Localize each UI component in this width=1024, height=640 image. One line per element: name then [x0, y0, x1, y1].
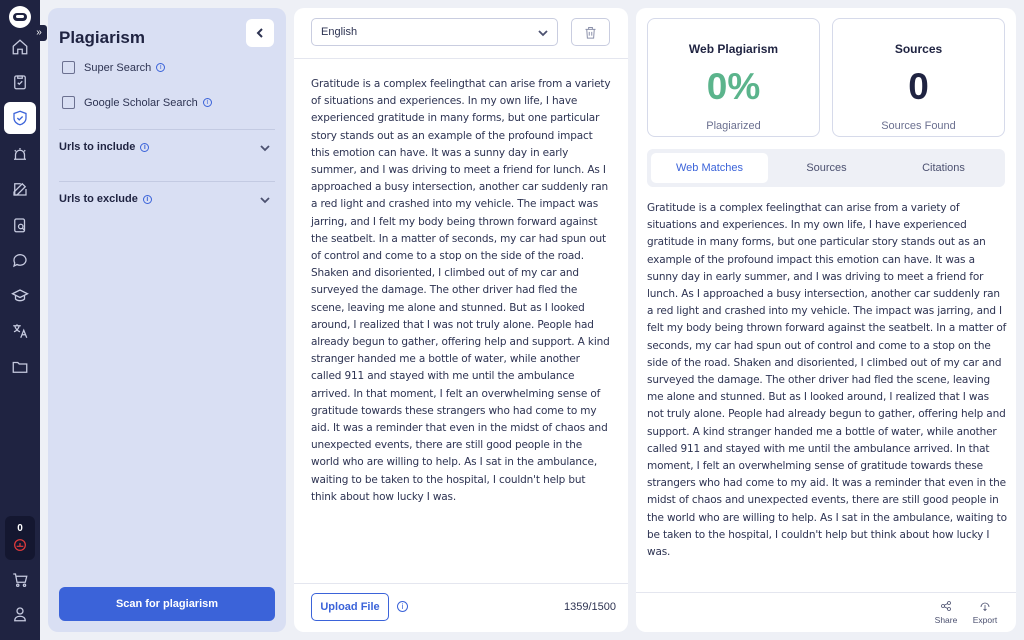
user-icon[interactable]: [4, 598, 36, 630]
export-icon: [980, 602, 990, 612]
clipboard-check-icon[interactable]: [4, 66, 36, 98]
graduation-cap-icon[interactable]: [4, 280, 36, 312]
share-button[interactable]: Share: [928, 600, 964, 625]
sources-card: Sources 0 Sources Found: [832, 18, 1005, 137]
language-value: English: [321, 26, 358, 38]
credit-gauge-icon: [14, 539, 26, 551]
card-label: Plagiarized: [706, 120, 761, 132]
chevron-down-icon: [259, 142, 271, 154]
divider: [294, 58, 628, 59]
clear-text-button[interactable]: [571, 18, 610, 46]
super-search-option[interactable]: Super Search i: [62, 61, 166, 74]
tab-citations[interactable]: Citations: [885, 153, 1002, 183]
info-icon[interactable]: i: [397, 601, 408, 612]
scan-button[interactable]: Scan for plagiarism: [59, 587, 275, 621]
trash-icon: [585, 26, 596, 39]
info-icon[interactable]: i: [140, 142, 150, 152]
urls-exclude-label: Urls to exclude: [59, 193, 138, 205]
icon-rail: » 0: [0, 0, 47, 640]
info-icon[interactable]: i: [156, 63, 166, 72]
shield-check-icon[interactable]: [4, 102, 36, 134]
web-plagiarism-card: Web Plagiarism 0% Plagiarized: [647, 18, 820, 137]
tab-sources[interactable]: Sources: [768, 153, 885, 183]
export-button[interactable]: Export: [967, 600, 1003, 625]
folder-icon[interactable]: [4, 351, 36, 383]
card-title: Web Plagiarism: [688, 42, 779, 56]
divider: [294, 583, 628, 584]
urls-include-label: Urls to include: [59, 141, 136, 153]
sources-count: 0: [908, 66, 929, 107]
google-scholar-option[interactable]: Google Scholar Search i: [62, 96, 212, 109]
google-scholar-checkbox[interactable]: [62, 96, 75, 109]
credits-widget[interactable]: 0: [5, 516, 35, 560]
chat-icon[interactable]: [4, 244, 36, 276]
text-editor-panel: English Gratitude is a complex feelingth…: [294, 8, 628, 632]
chevron-left-icon: [256, 28, 263, 38]
character-counter: 1359/1500: [564, 601, 616, 613]
input-textarea[interactable]: Gratitude is a complex feelingthat can a…: [311, 76, 611, 506]
google-scholar-label: Google Scholar Search: [84, 96, 198, 109]
edit-icon[interactable]: [4, 173, 36, 205]
plagiarism-options-panel: Plagiarism Super Search i Google Scholar…: [48, 8, 286, 632]
results-tabs: Web Matches Sources Citations: [647, 149, 1005, 187]
document-search-icon[interactable]: [4, 209, 36, 241]
expand-sidebar-icon[interactable]: »: [31, 25, 47, 41]
urls-exclude-accordion[interactable]: Urls to exclude i: [59, 193, 271, 205]
export-label: Export: [972, 615, 998, 625]
urls-include-accordion[interactable]: Urls to include i: [59, 141, 271, 153]
plagiarism-percent: 0%: [706, 66, 761, 107]
chevron-down-icon: [537, 27, 549, 39]
panel-title: Plagiarism: [59, 28, 145, 47]
alarm-icon[interactable]: [4, 138, 36, 170]
upload-file-button[interactable]: Upload File: [311, 593, 389, 621]
divider: [636, 592, 1016, 593]
results-panel: Web Plagiarism 0% Plagiarized Sources 0 …: [636, 8, 1016, 632]
share-icon: [941, 601, 951, 611]
web-matches-text: Gratitude is a complex feelingthat can a…: [647, 202, 1007, 559]
info-icon[interactable]: i: [142, 194, 152, 204]
divider: [59, 129, 275, 130]
share-label: Share: [934, 615, 958, 625]
card-label: Sources Found: [881, 120, 956, 132]
tab-web-matches[interactable]: Web Matches: [651, 153, 768, 183]
chevron-down-icon: [259, 194, 271, 206]
super-search-label: Super Search: [84, 61, 152, 74]
info-icon[interactable]: i: [202, 98, 212, 107]
app-logo-icon[interactable]: [9, 6, 31, 28]
card-title: Sources: [894, 42, 943, 56]
language-select[interactable]: English: [311, 18, 558, 46]
divider: [59, 181, 275, 182]
collapse-panel-button[interactable]: [246, 19, 274, 47]
cart-icon[interactable]: [4, 564, 36, 596]
translate-icon[interactable]: [4, 315, 36, 347]
credit-count: 0: [17, 523, 23, 534]
super-search-checkbox[interactable]: [62, 61, 75, 74]
